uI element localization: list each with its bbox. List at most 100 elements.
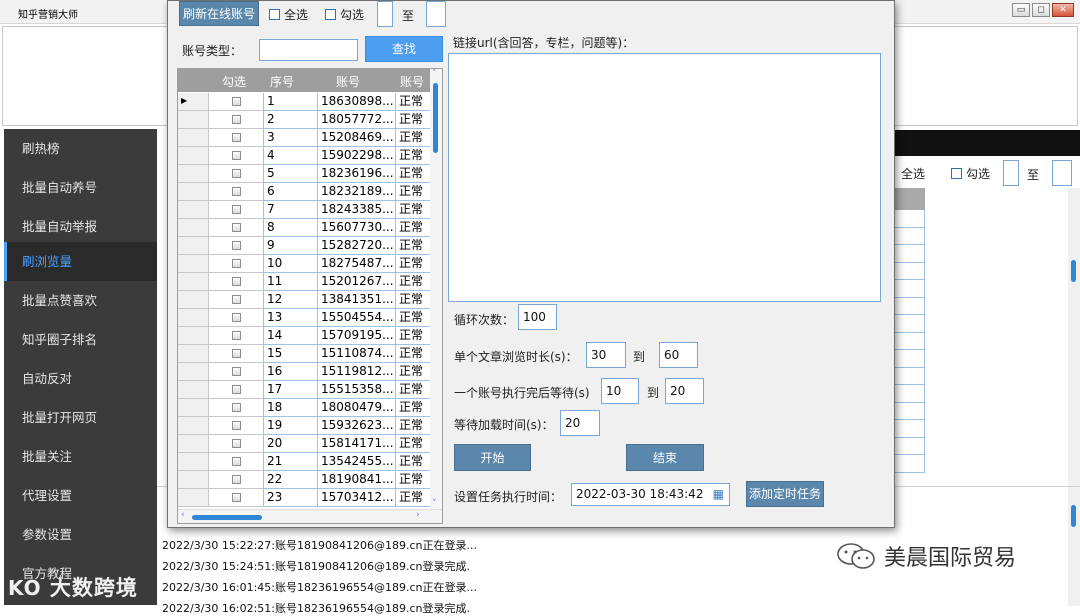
log-scrollbar[interactable]: [1068, 487, 1080, 606]
row-checkbox-cell[interactable]: [209, 435, 264, 453]
row-header[interactable]: [178, 435, 209, 453]
row-header[interactable]: [178, 471, 209, 489]
minimize-button[interactable]: ▭: [1012, 3, 1030, 17]
scroll-left-icon[interactable]: ‹: [181, 510, 185, 520]
row-checkbox-cell[interactable]: [209, 345, 264, 363]
checkbox-icon[interactable]: [232, 349, 241, 358]
sidebar-item-open-pages[interactable]: 批量打开网页: [4, 398, 157, 437]
row-header[interactable]: [178, 219, 209, 237]
row-checkbox-cell[interactable]: [209, 273, 264, 291]
end-button[interactable]: 结束: [626, 444, 704, 471]
checkbox-icon[interactable]: [232, 367, 241, 376]
table-row[interactable]: 3 15208469... 正常: [178, 129, 432, 147]
table-row[interactable]: 7 18243385... 正常: [178, 201, 432, 219]
table-row[interactable]: 9 15282720... 正常: [178, 237, 432, 255]
row-header[interactable]: [178, 345, 209, 363]
checkbox-icon[interactable]: [232, 151, 241, 160]
table-row[interactable]: 8 15607730... 正常: [178, 219, 432, 237]
browse-duration-to-input[interactable]: 60: [659, 342, 698, 368]
checkbox-icon[interactable]: [232, 169, 241, 178]
checkbox-icon[interactable]: [232, 403, 241, 412]
close-button[interactable]: ✕: [1052, 3, 1074, 17]
row-header[interactable]: [178, 453, 209, 471]
find-button[interactable]: 查找: [365, 36, 443, 62]
checkbox-icon[interactable]: [232, 133, 241, 142]
table-row[interactable]: 20 15814171... 正常: [178, 435, 432, 453]
row-header[interactable]: [178, 255, 209, 273]
scroll-right-icon[interactable]: ›: [416, 510, 420, 520]
maximize-button[interactable]: ◻: [1032, 3, 1050, 17]
table-row[interactable]: 6 18232189... 正常: [178, 183, 432, 201]
row-header[interactable]: [178, 147, 209, 165]
table-row[interactable]: 16 15119812... 正常: [178, 363, 432, 381]
calendar-icon[interactable]: ▦: [713, 484, 724, 505]
schedule-datetime-picker[interactable]: 2022-03-30 18:43:42 ▦: [571, 483, 730, 506]
sidebar-item-browse-count[interactable]: 刷浏览量: [4, 242, 157, 281]
load-wait-input[interactable]: 20: [560, 410, 600, 436]
checkbox-icon[interactable]: [232, 439, 241, 448]
table-row[interactable]: 12 13841351... 正常: [178, 291, 432, 309]
row-header[interactable]: [178, 129, 209, 147]
scroll-down-icon[interactable]: ˅: [432, 499, 437, 509]
row-checkbox-cell[interactable]: [209, 489, 264, 507]
browse-duration-from-input[interactable]: 30: [586, 342, 626, 368]
row-checkbox-cell[interactable]: [209, 201, 264, 219]
row-checkbox-cell[interactable]: [209, 219, 264, 237]
checkbox-icon[interactable]: [232, 331, 241, 340]
row-header[interactable]: [178, 489, 209, 507]
row-header[interactable]: [178, 417, 209, 435]
checkbox-icon[interactable]: [232, 421, 241, 430]
sidebar-item-batch-report[interactable]: 批量自动举报: [4, 207, 157, 246]
table-row[interactable]: 10 18275487... 正常: [178, 255, 432, 273]
row-header[interactable]: [178, 399, 209, 417]
row-header[interactable]: [178, 165, 209, 183]
checkbox-icon[interactable]: [232, 97, 241, 106]
table-row[interactable]: 13 15504554... 正常: [178, 309, 432, 327]
checkbox-icon[interactable]: [232, 493, 241, 502]
checkbox-icon[interactable]: [232, 457, 241, 466]
row-checkbox-cell[interactable]: [209, 381, 264, 399]
row-checkbox-cell[interactable]: [209, 147, 264, 165]
checkbox-icon[interactable]: [232, 277, 241, 286]
start-button[interactable]: 开始: [454, 444, 531, 471]
checkbox-icon[interactable]: [232, 385, 241, 394]
sidebar-item-circle-rank[interactable]: 知乎圈子排名: [4, 320, 157, 359]
table-row[interactable]: ▶ 1 18630898... 正常: [178, 93, 432, 111]
checkbox-icon[interactable]: [232, 241, 241, 250]
sidebar-item-batch-like[interactable]: 批量点赞喜欢: [4, 281, 157, 320]
url-textarea[interactable]: [448, 53, 881, 302]
table-row[interactable]: 18 18080479... 正常: [178, 399, 432, 417]
table-row[interactable]: 4 15902298... 正常: [178, 147, 432, 165]
sidebar-item-auto-oppose[interactable]: 自动反对: [4, 359, 157, 398]
sidebar-item-proxy[interactable]: 代理设置: [4, 476, 157, 515]
bg-text-area[interactable]: [925, 188, 1068, 486]
sidebar-item-batch-follow[interactable]: 批量关注: [4, 437, 157, 476]
row-checkbox-cell[interactable]: [209, 309, 264, 327]
bg-select-all-checkbox[interactable]: 全选: [895, 165, 925, 182]
row-checkbox-cell[interactable]: [209, 111, 264, 129]
table-row[interactable]: 11 15201267... 正常: [178, 273, 432, 291]
table-row[interactable]: 23 15703412... 正常: [178, 489, 432, 507]
checkbox-icon[interactable]: [232, 475, 241, 484]
range-from-input[interactable]: [377, 1, 393, 27]
table-vertical-scrollbar[interactable]: ˄ ˅: [430, 69, 442, 523]
check-checkbox[interactable]: 勾选: [325, 6, 364, 23]
add-scheduled-task-button[interactable]: 添加定时任务: [746, 481, 824, 507]
row-header[interactable]: ▶: [178, 93, 209, 111]
table-row[interactable]: 2 18057772... 正常: [178, 111, 432, 129]
sidebar-item-hot-list[interactable]: 刷热榜: [4, 129, 157, 168]
table-row[interactable]: 14 15709195... 正常: [178, 327, 432, 345]
row-checkbox-cell[interactable]: [209, 129, 264, 147]
row-header[interactable]: [178, 363, 209, 381]
row-checkbox-cell[interactable]: [209, 399, 264, 417]
table-horizontal-scrollbar[interactable]: ‹ ›: [178, 509, 442, 523]
row-checkbox-cell[interactable]: [209, 363, 264, 381]
row-checkbox-cell[interactable]: [209, 327, 264, 345]
range-to-input[interactable]: [426, 1, 446, 27]
checkbox-icon[interactable]: [232, 187, 241, 196]
loop-count-input[interactable]: 100: [518, 304, 557, 330]
checkbox-icon[interactable]: [232, 205, 241, 214]
row-checkbox-cell[interactable]: [209, 183, 264, 201]
account-wait-from-input[interactable]: 10: [601, 378, 639, 404]
bg-range-from-input[interactable]: [1003, 160, 1019, 186]
